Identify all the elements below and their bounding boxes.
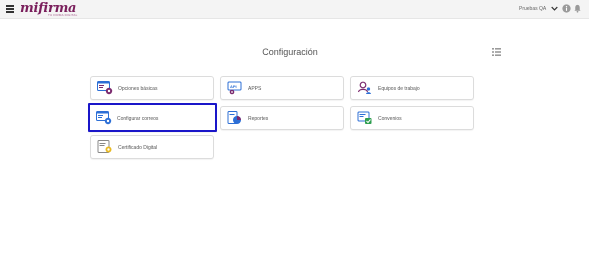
report-icon <box>227 111 241 124</box>
card-label: Certificado Digital <box>118 145 158 151</box>
logo-subtext: TU FIRMA DIGITAL <box>48 13 78 17</box>
user-name[interactable]: Pruebas QA <box>519 6 546 12</box>
card-equipos-de-trabajo[interactable]: Equipos de trabajo <box>350 76 474 100</box>
card-apps[interactable]: API APPS <box>220 76 344 100</box>
card-label: APPS <box>248 86 262 92</box>
list-view-icon[interactable] <box>492 48 501 56</box>
info-icon[interactable] <box>562 4 571 13</box>
certificate-icon <box>97 140 112 153</box>
card-label: Convenios <box>378 116 402 122</box>
settings-icon <box>97 81 113 95</box>
api-icon: API <box>227 81 242 95</box>
chevron-down-icon[interactable] <box>551 5 558 12</box>
card-label: Reportes <box>248 116 269 122</box>
team-icon <box>357 81 371 94</box>
card-convenios[interactable]: Convenios <box>350 106 474 130</box>
card-configurar-correos[interactable]: Configurar correos <box>88 103 217 132</box>
card-label: Equipos de trabajo <box>378 86 420 92</box>
svg-text:API: API <box>230 84 237 89</box>
top-bar: mifirma TU FIRMA DIGITAL Pruebas QA <box>0 0 589 19</box>
hamburger-icon[interactable] <box>6 5 14 13</box>
card-reportes[interactable]: Reportes <box>220 106 344 130</box>
bell-icon[interactable] <box>573 4 582 13</box>
card-certificado-digital[interactable]: Certificado Digital <box>90 135 214 159</box>
card-label: Opciones básicas <box>118 86 158 92</box>
card-label: Configurar correos <box>117 116 159 122</box>
card-opciones-basicas[interactable]: Opciones básicas <box>90 76 214 100</box>
agreement-icon <box>357 111 372 124</box>
email-config-icon <box>96 111 112 125</box>
